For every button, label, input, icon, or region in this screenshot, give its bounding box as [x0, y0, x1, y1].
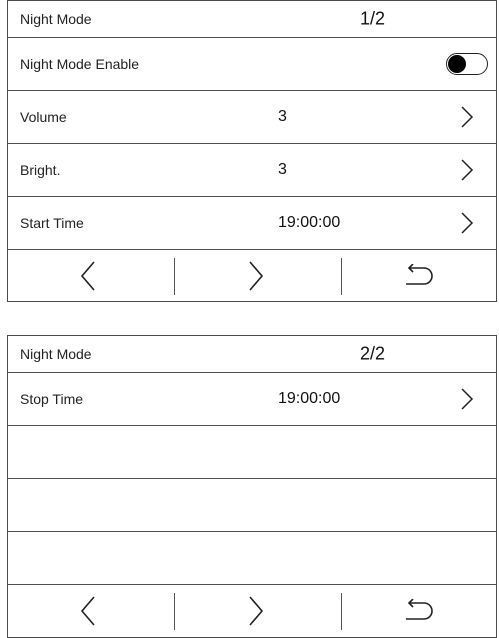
return-arrow-icon [406, 598, 433, 620]
start-time-label: Start Time [20, 215, 84, 231]
volume-label: Volume [20, 109, 67, 125]
night-mode-enable-row[interactable]: Night Mode Enable [8, 38, 496, 91]
empty-row [8, 426, 496, 479]
night-mode-enable-toggle[interactable] [446, 53, 488, 75]
start-time-value: 19:00:00 [278, 214, 341, 231]
prev-page-button[interactable] [8, 585, 168, 636]
return-arrow-icon [406, 263, 433, 285]
volume-value: 3 [278, 108, 287, 125]
prev-page-button[interactable] [8, 250, 168, 301]
night-mode-enable-label: Night Mode Enable [20, 56, 140, 72]
toggle-knob [448, 55, 466, 73]
nav-divider [174, 258, 175, 295]
nav-bar [8, 585, 496, 636]
back-button[interactable] [338, 250, 498, 301]
chevron-right-icon [461, 159, 474, 181]
empty-row [8, 532, 496, 585]
chevron-left-icon [80, 595, 95, 626]
night-mode-screen-page-2: Night Mode 2/2 Stop Time 19:00:00 [7, 335, 497, 638]
page-indicator: 1/2 [360, 8, 386, 29]
next-page-button[interactable] [176, 250, 336, 301]
nav-divider [174, 593, 175, 630]
page-title: Night Mode [20, 346, 92, 362]
stop-time-value: 19:00:00 [278, 390, 341, 407]
chevron-right-icon [461, 212, 474, 234]
chevron-left-icon [80, 260, 95, 291]
start-time-row[interactable]: Start Time 19:00:00 [8, 197, 496, 250]
title-bar: Night Mode 2/2 [8, 336, 496, 373]
volume-row[interactable]: Volume 3 [8, 91, 496, 144]
stop-time-row[interactable]: Stop Time 19:00:00 [8, 373, 496, 426]
bright-value: 3 [278, 161, 287, 178]
bright-row[interactable]: Bright. 3 [8, 144, 496, 197]
back-button[interactable] [338, 585, 498, 636]
bright-label: Bright. [20, 162, 61, 178]
stop-time-label: Stop Time [20, 391, 84, 407]
empty-row [8, 479, 496, 532]
chevron-right-icon [461, 106, 474, 128]
page-indicator: 2/2 [360, 343, 386, 364]
chevron-right-icon [461, 388, 474, 410]
chevron-right-icon [249, 260, 264, 291]
nav-bar [8, 250, 496, 301]
night-mode-screen-page-1: Night Mode 1/2 Night Mode Enable Volume … [7, 0, 497, 302]
title-bar: Night Mode 1/2 [8, 1, 496, 38]
next-page-button[interactable] [176, 585, 336, 636]
chevron-right-icon [249, 595, 264, 626]
page-title: Night Mode [20, 11, 92, 27]
